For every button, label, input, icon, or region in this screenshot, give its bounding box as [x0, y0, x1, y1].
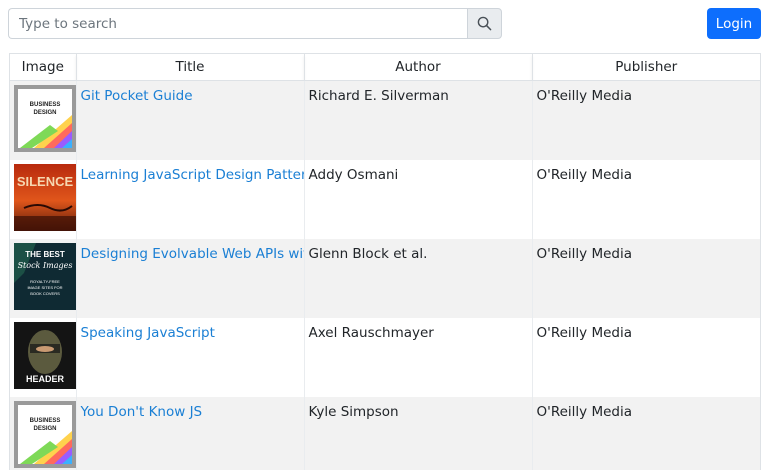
publisher-cell: O'Reilly Media — [532, 317, 760, 397]
book-title-link[interactable]: Git Pocket Guide — [81, 88, 300, 104]
book-author: Axel Rauschmayer — [308, 324, 434, 341]
image-cell: SILENCE — [10, 159, 77, 239]
svg-text:DESIGN: DESIGN — [33, 110, 56, 116]
book-cover-image: SILENCE — [14, 163, 75, 231]
svg-text:ROYALTY-FREE: ROYALTY-FREE — [30, 279, 60, 284]
table-row[interactable]: HEADER Speaking JavaScript Axel Rauschma… — [10, 317, 760, 397]
publisher-cell: O'Reilly Media — [532, 80, 760, 160]
book-publisher: O'Reilly Media — [536, 403, 633, 420]
search-icon — [477, 16, 492, 31]
book-author: Glenn Block et al. — [308, 245, 428, 262]
book-cover-image: THE BEST Stock Images ROYALTY-FREE IMAGE… — [14, 242, 75, 310]
book-cover-image: HEADER — [14, 321, 75, 389]
author-cell: Richard E. Silverman — [304, 80, 533, 160]
book-publisher: O'Reilly Media — [536, 166, 633, 183]
search-input[interactable] — [8, 8, 467, 39]
title-cell: You Don't Know JS — [76, 396, 305, 470]
publisher-cell: O'Reilly Media — [532, 159, 760, 239]
book-publisher: O'Reilly Media — [536, 324, 633, 341]
svg-text:BUSINESS: BUSINESS — [30, 102, 61, 108]
svg-text:IMAGE SITES FOR: IMAGE SITES FOR — [27, 285, 62, 290]
book-cover-image: BUSINESS DESIGN — [14, 400, 75, 468]
book-author: Addy Osmani — [308, 166, 399, 183]
book-title-link[interactable]: Speaking JavaScript — [81, 325, 300, 341]
table-row[interactable]: BUSINESS DESIGN Git Pocket Guide Richard… — [10, 80, 760, 160]
svg-text:THE BEST: THE BEST — [25, 250, 65, 259]
title-cell: Speaking JavaScript — [76, 317, 305, 397]
book-title-link[interactable]: You Don't Know JS — [81, 404, 300, 420]
author-cell: Axel Rauschmayer — [304, 317, 533, 397]
publisher-cell: O'Reilly Media — [532, 396, 760, 470]
title-cell: Learning JavaScript Design Patterns — [76, 159, 305, 239]
svg-text:BUSINESS: BUSINESS — [30, 418, 61, 424]
author-cell: Glenn Block et al. — [304, 238, 533, 318]
svg-text:Stock Images: Stock Images — [18, 261, 73, 270]
book-publisher: O'Reilly Media — [536, 245, 633, 262]
book-cover-image: BUSINESS DESIGN — [14, 85, 75, 152]
svg-text:HEADER: HEADER — [26, 374, 65, 384]
login-button[interactable]: Login — [707, 8, 761, 39]
table-row[interactable]: THE BEST Stock Images ROYALTY-FREE IMAGE… — [10, 238, 760, 318]
image-cell: BUSINESS DESIGN — [10, 80, 77, 160]
title-cell: Git Pocket Guide — [76, 80, 305, 160]
column-header-publisher[interactable]: Publisher — [532, 54, 760, 81]
title-cell: Designing Evolvable Web APIs with ASP.NE… — [76, 238, 305, 318]
svg-text:BOOK COVERS: BOOK COVERS — [30, 291, 60, 296]
svg-text:SILENCE: SILENCE — [17, 174, 74, 189]
image-cell: BUSINESS DESIGN — [10, 396, 77, 470]
book-publisher: O'Reilly Media — [536, 88, 633, 104]
author-cell: Addy Osmani — [304, 159, 533, 239]
table-row[interactable]: BUSINESS DESIGN You Don't Know JS Kyle S… — [10, 396, 760, 470]
book-author: Richard E. Silverman — [308, 88, 449, 104]
image-cell: THE BEST Stock Images ROYALTY-FREE IMAGE… — [10, 238, 77, 318]
column-header-author[interactable]: Author — [304, 54, 533, 81]
search-button[interactable] — [467, 8, 502, 39]
table-header-row: Image Title Author Publisher — [10, 54, 760, 81]
books-table: Image Title Author Publisher BUSINESS DE… — [9, 53, 761, 470]
book-author: Kyle Simpson — [308, 403, 399, 420]
table-row[interactable]: SILENCE Learning JavaScript Design Patte… — [10, 159, 760, 239]
svg-text:DESIGN: DESIGN — [33, 426, 56, 432]
publisher-cell: O'Reilly Media — [532, 238, 760, 318]
book-title-link[interactable]: Learning JavaScript Design Patterns — [81, 167, 304, 183]
author-cell: Kyle Simpson — [304, 396, 533, 470]
search-bar — [8, 8, 502, 39]
image-cell: HEADER — [10, 317, 77, 397]
column-header-image[interactable]: Image — [10, 54, 77, 81]
column-header-title[interactable]: Title — [76, 54, 305, 81]
book-title-link[interactable]: Designing Evolvable Web APIs with ASP.NE… — [81, 246, 304, 262]
